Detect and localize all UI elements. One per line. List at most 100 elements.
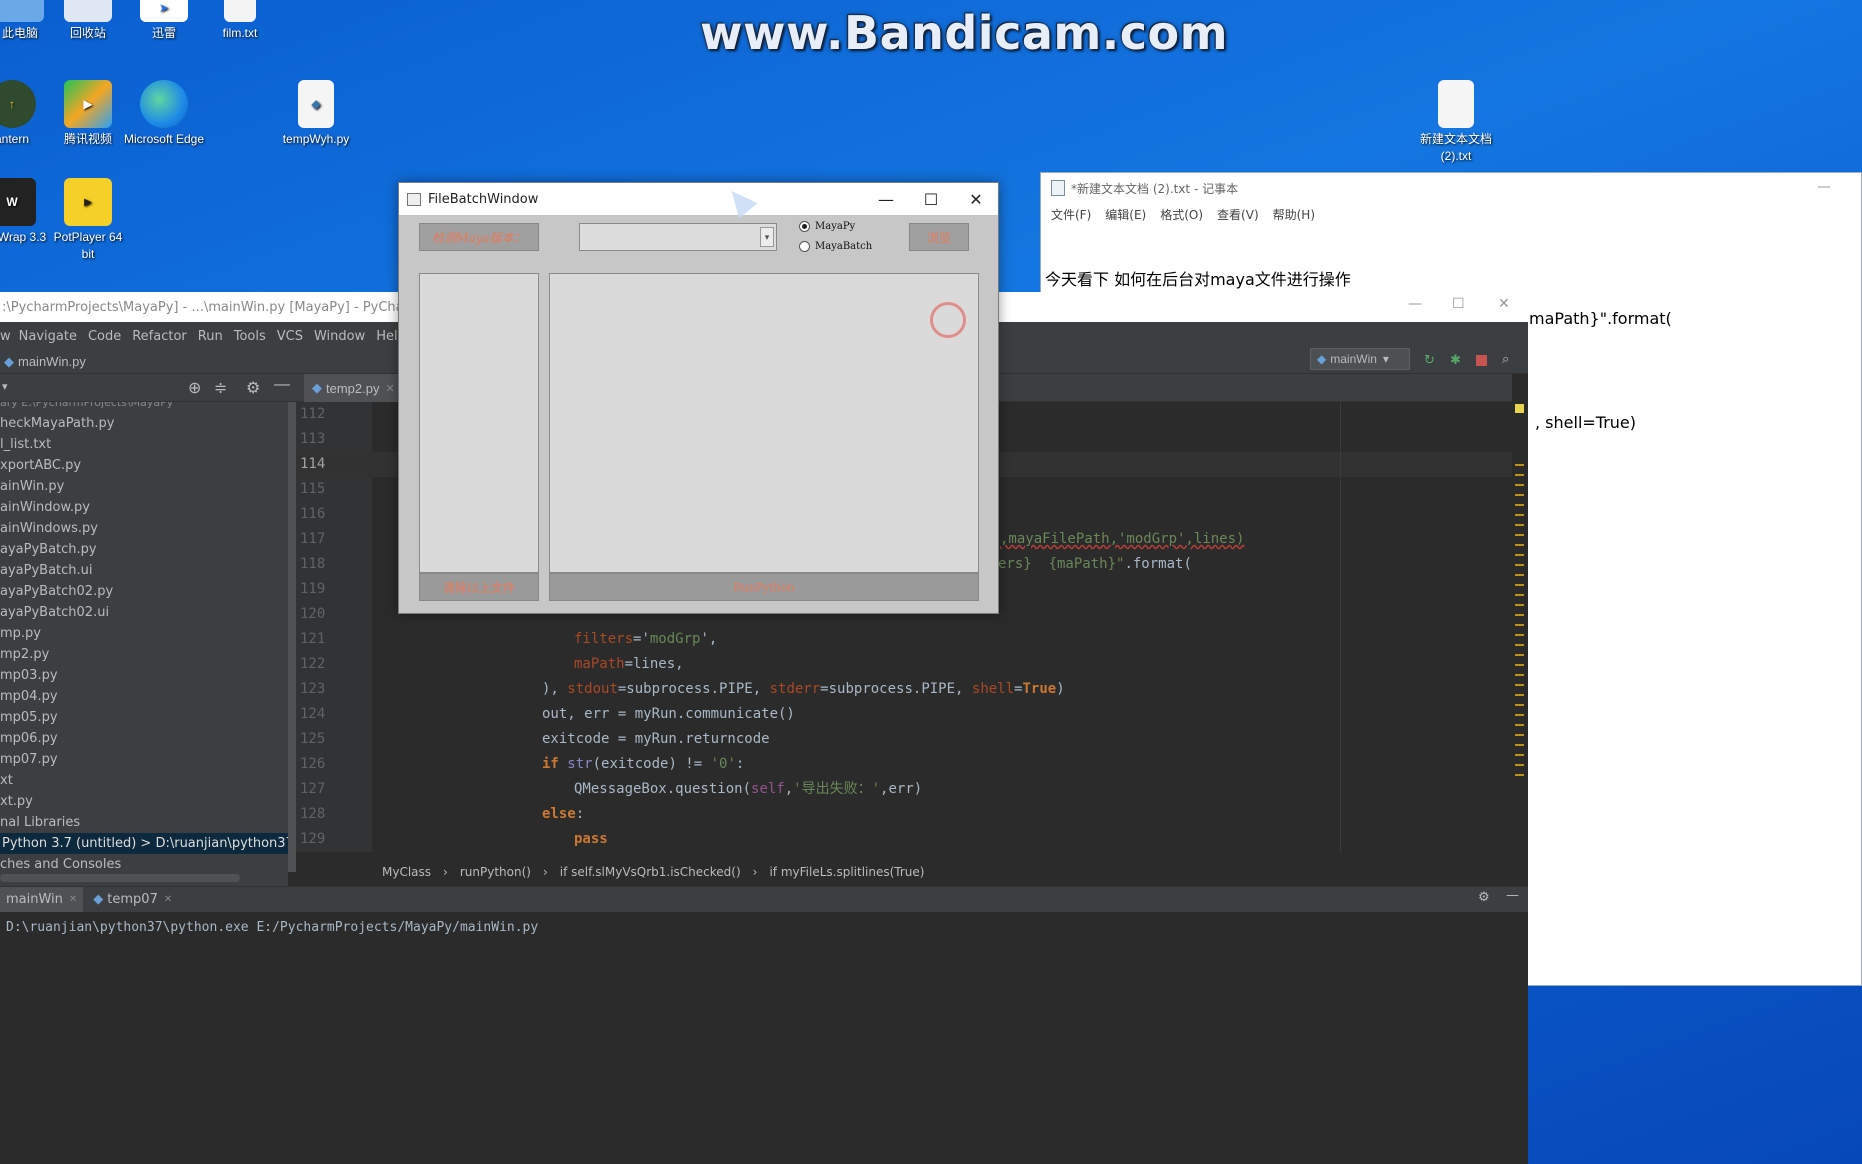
collapse-icon[interactable]: ≑	[214, 378, 227, 398]
tree-item[interactable]: mp07.py	[0, 749, 288, 770]
tree-item[interactable]: mp.py	[0, 623, 288, 644]
nav-file[interactable]: mainWin.py	[18, 354, 86, 369]
desktop-icon-potplayer[interactable]: ▶ PotPlayer 64 bit	[46, 178, 130, 263]
clear-files-button[interactable]: 清除以上文件	[419, 573, 539, 601]
menu-fragment[interactable]: w	[0, 329, 11, 344]
file-list-panel[interactable]	[419, 273, 539, 573]
tree-item[interactable]: ayaPyBatch.ui	[0, 560, 288, 581]
close-icon[interactable]: ✕	[385, 382, 394, 395]
line-number: 122	[300, 656, 326, 672]
tree-item[interactable]: ayaPyBatch02.ui	[0, 602, 288, 623]
tree-item[interactable]: ches and Consoles	[0, 854, 288, 875]
radio-indicator	[799, 241, 810, 252]
project-root[interactable]: ary E:\PycharmProjects\MayaPy	[0, 402, 288, 413]
tree-item-python-sdk[interactable]: Python 3.7 (untitled) > D:\ruanjian\pyth…	[0, 833, 288, 854]
desktop-icon-tencent-video[interactable]: ▶ 腾讯视频	[46, 80, 130, 148]
hide-icon[interactable]: —	[1506, 888, 1519, 903]
minimize-icon[interactable]: —	[1817, 179, 1831, 195]
code-token: =subprocess.PIPE,	[820, 681, 972, 697]
menu-refactor[interactable]: Refactor	[132, 329, 187, 344]
menu-format[interactable]: 格式(O)	[1160, 206, 1203, 223]
tree-item[interactable]: ayaPyBatch02.py	[0, 581, 288, 602]
breadcrumb-item[interactable]: if self.slMyVsQrb1.isChecked()	[560, 865, 741, 879]
run-tab-temp07[interactable]: ◆ temp07 ✕	[83, 887, 182, 912]
run-tab-mainwin[interactable]: mainWin ✕	[0, 887, 84, 912]
desktop-icon-film-txt[interactable]: film.txt	[198, 0, 282, 42]
close-icon[interactable]: ✕	[69, 894, 77, 905]
desktop-icon-tempwyh-py[interactable]: ◆ tempWyh.py	[274, 80, 358, 148]
desktop-icon-recycle-bin[interactable]: 回收站	[46, 0, 130, 42]
tree-item[interactable]: l_list.txt	[0, 434, 288, 455]
search-icon[interactable]: ⌕	[1502, 351, 1509, 367]
desktop-icon-new-text-doc[interactable]: 新建文本文档 (2).txt	[1414, 80, 1498, 165]
stop-icon[interactable]	[1476, 355, 1487, 366]
detect-maya-version-button[interactable]: 检测Maya版本：	[419, 223, 539, 251]
desktop-icon-label: tempWyh.py	[282, 132, 350, 146]
menu-edit[interactable]: 编辑(E)	[1105, 206, 1146, 223]
output-panel[interactable]	[549, 273, 979, 573]
hide-icon[interactable]: —	[274, 376, 290, 394]
breadcrumb-item[interactable]: runPython()	[460, 865, 531, 879]
breadcrumb-item[interactable]: if myFileLs.splitlines(True)	[769, 865, 924, 879]
tree-item[interactable]: ainWindow.py	[0, 497, 288, 518]
tree-scrollbar[interactable]	[0, 874, 240, 882]
minimize-button[interactable]: —	[863, 183, 909, 215]
menu-window[interactable]: Window	[314, 329, 365, 344]
project-tool-header: ▾ ⊕ ≑ ⚙ —	[0, 374, 296, 402]
menu-code[interactable]: Code	[88, 329, 121, 344]
maximize-icon[interactable]: ☐	[1452, 296, 1465, 312]
gear-icon[interactable]: ⚙	[246, 378, 260, 398]
tree-item[interactable]: mp04.py	[0, 686, 288, 707]
run-config-select[interactable]: ◆ mainWin ▾	[1310, 348, 1410, 370]
tree-vscrollbar[interactable]	[288, 402, 296, 872]
locate-icon[interactable]: ⊕	[188, 378, 201, 398]
chevron-down-icon[interactable]: ▾	[2, 380, 8, 393]
rerun-icon[interactable]: ↻	[1424, 352, 1435, 368]
tree-item[interactable]: mp06.py	[0, 728, 288, 749]
menu-tools[interactable]: Tools	[234, 329, 266, 344]
close-button[interactable]: ✕	[953, 183, 999, 215]
radio-mayabatch[interactable]: MayaBatch	[799, 241, 872, 252]
maximize-button[interactable]: ☐	[908, 183, 954, 215]
menu-view[interactable]: 查看(V)	[1217, 206, 1259, 223]
menu-navigate[interactable]: Navigate	[19, 329, 77, 344]
warning-marker[interactable]	[1515, 404, 1524, 413]
code-token: '导出失败：'	[793, 781, 881, 797]
menu-vcs[interactable]: VCS	[277, 329, 303, 344]
run-python-button[interactable]: RunPython	[549, 573, 979, 601]
minimize-icon[interactable]: —	[1408, 296, 1422, 312]
file-batch-window: FileBatchWindow — ☐ ✕ 检测Maya版本： ▾ MayaPy…	[398, 182, 999, 614]
tree-item[interactable]: heckMayaPath.py	[0, 413, 288, 434]
line-number: 128	[300, 806, 326, 822]
tree-item[interactable]: mp05.py	[0, 707, 288, 728]
error-stripe[interactable]	[1512, 396, 1528, 852]
tree-item[interactable]: xportABC.py	[0, 455, 288, 476]
breadcrumb-item[interactable]: MyClass	[382, 865, 431, 879]
menu-file[interactable]: 文件(F)	[1051, 206, 1091, 223]
maya-version-combo[interactable]: ▾	[579, 223, 777, 251]
desktop-icon-xunlei[interactable]: ➤ 迅雷	[122, 0, 206, 42]
tree-item[interactable]: ainWin.py	[0, 476, 288, 497]
tab-temp2[interactable]: ◆ temp2.py ✕	[304, 374, 403, 402]
close-icon[interactable]: ✕	[164, 894, 172, 905]
desktop-icon-edge[interactable]: Microsoft Edge	[122, 80, 206, 148]
browse-button[interactable]: 浏览	[909, 223, 969, 251]
tree-item[interactable]: mp2.py	[0, 644, 288, 665]
code-token: ,mayaFilePath,'modGrp',lines)	[1000, 531, 1245, 547]
run-console[interactable]: D:\ruanjian\python37\python.exe E:/Pycha…	[0, 912, 1528, 1164]
gear-icon[interactable]: ⚙	[1478, 890, 1490, 905]
tree-item[interactable]: xt.py	[0, 791, 288, 812]
desktop-icon-label: 回收站	[69, 26, 106, 40]
radio-mayapy[interactable]: MayaPy	[799, 221, 855, 232]
tree-item[interactable]: xt	[0, 770, 288, 791]
menu-help[interactable]: 帮助(H)	[1273, 206, 1315, 223]
tree-item[interactable]: ayaPyBatch.py	[0, 539, 288, 560]
tree-item[interactable]: ainWindows.py	[0, 518, 288, 539]
computer-icon	[0, 0, 44, 22]
potplayer-icon: ▶	[64, 178, 112, 226]
debug-icon[interactable]: ✱	[1450, 352, 1461, 368]
close-icon[interactable]: ✕	[1498, 296, 1510, 312]
tree-item[interactable]: nal Libraries	[0, 812, 288, 833]
menu-run[interactable]: Run	[198, 329, 223, 344]
tree-item[interactable]: mp03.py	[0, 665, 288, 686]
